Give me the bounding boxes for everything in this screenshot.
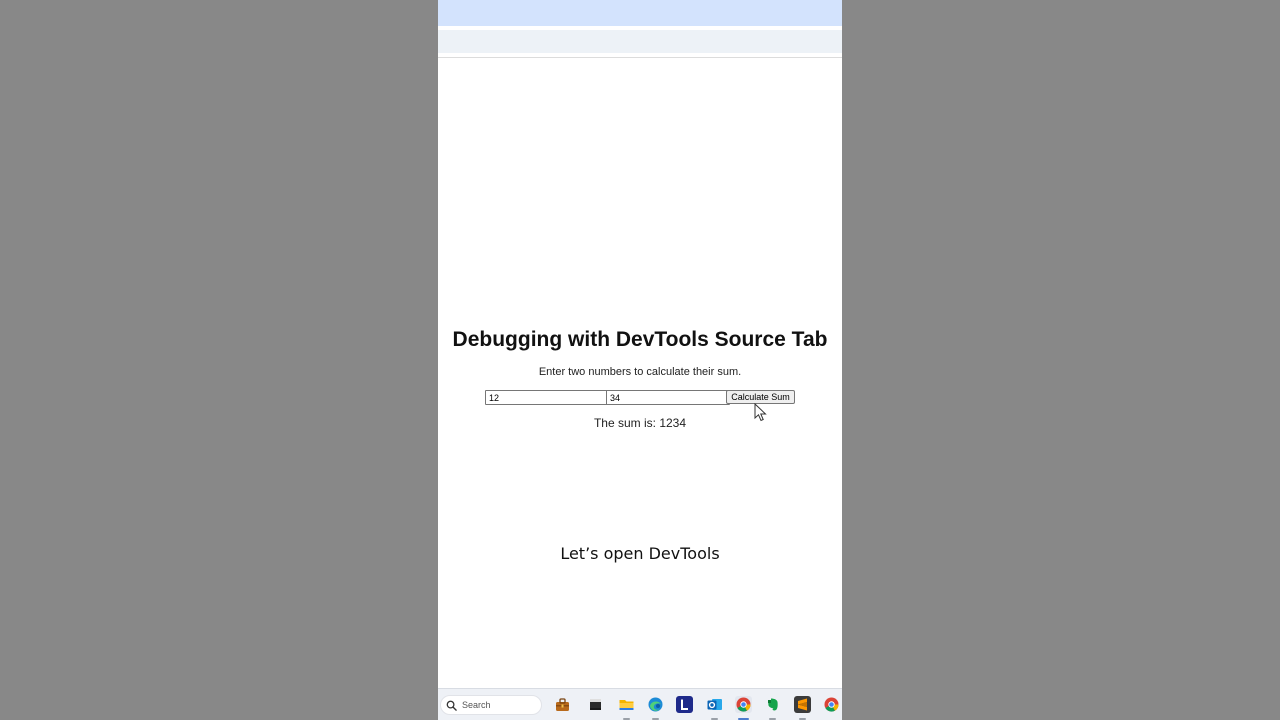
chrome-icon[interactable] [823, 696, 840, 713]
page-title: Debugging with DevTools Source Tab [452, 328, 828, 351]
toolbox-icon[interactable] [554, 696, 571, 713]
file-explorer-icon[interactable] [618, 696, 635, 713]
edge-icon[interactable] [647, 696, 664, 713]
windows-taskbar: Search [438, 688, 842, 720]
evernote-icon[interactable] [764, 696, 781, 713]
taskbar-search-box[interactable]: Search [440, 695, 542, 715]
sublime-text-icon[interactable] [794, 696, 811, 713]
launcher-l-icon[interactable] [676, 696, 693, 713]
terminal-icon[interactable] [587, 696, 604, 713]
calculate-sum-button[interactable]: Calculate Sum [726, 390, 795, 404]
second-number-input[interactable] [606, 390, 730, 405]
instructions-text: Enter two numbers to calculate their sum… [538, 366, 742, 378]
browser-tab-strip[interactable] [438, 0, 842, 26]
first-number-input[interactable] [485, 390, 609, 405]
search-icon [446, 700, 457, 711]
video-caption: Let’s open DevTools [560, 544, 720, 563]
browser-toolbar[interactable] [438, 30, 842, 53]
screen-recording-frame: Debugging with DevTools Source Tab Enter… [438, 0, 842, 720]
outlook-icon[interactable] [706, 696, 723, 713]
search-label: Search [462, 700, 491, 710]
page-viewport: Debugging with DevTools Source Tab Enter… [438, 58, 842, 688]
sum-result-text: The sum is: 1234 [593, 416, 687, 430]
chrome-icon[interactable] [735, 696, 752, 713]
